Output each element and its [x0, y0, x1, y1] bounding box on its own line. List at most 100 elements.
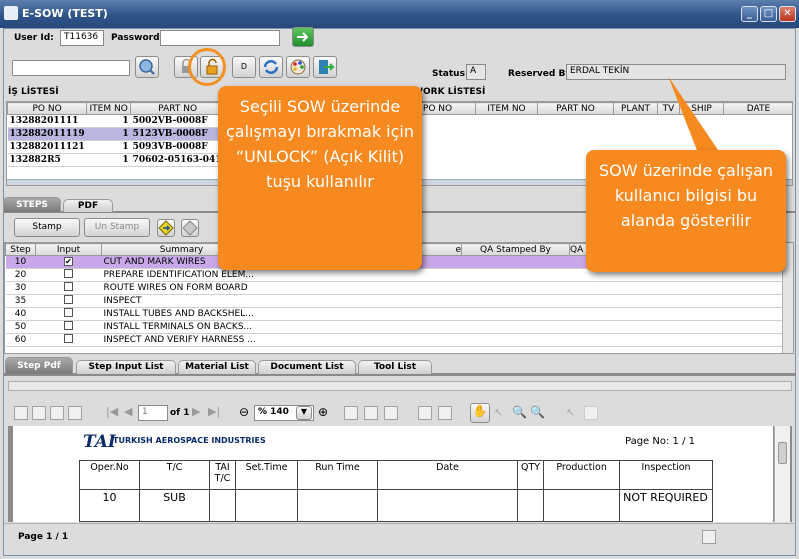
rw-col-date[interactable]: DATE: [723, 102, 792, 115]
reserved-by-label: Reserved By:: [508, 69, 575, 79]
unstamp-button[interactable]: Un Stamp: [84, 218, 150, 237]
tab-pdf[interactable]: PDF: [63, 199, 113, 212]
col-po-no[interactable]: PO NO: [7, 102, 88, 115]
page-number-input[interactable]: 1: [138, 405, 168, 421]
col-step[interactable]: Step: [5, 243, 36, 256]
col-oper-no: Oper.No: [79, 460, 140, 490]
document-icon[interactable]: [584, 406, 598, 420]
search-button[interactable]: [135, 56, 159, 78]
maximize-button[interactable]: □: [760, 6, 777, 22]
rotate-right-icon[interactable]: [438, 406, 452, 420]
input-checkbox[interactable]: [64, 321, 73, 330]
col-inspection: Inspection: [619, 460, 713, 490]
oper-no-value: 10: [79, 489, 140, 522]
input-checkbox[interactable]: [64, 282, 73, 291]
tab-tool-list[interactable]: Tool List: [358, 360, 432, 374]
prev-page-icon[interactable]: ◀: [124, 405, 132, 418]
unlock-callout: Seçili SOW üzerinde çalışmayı bırakmak i…: [218, 86, 422, 270]
d-button[interactable]: D: [232, 56, 256, 78]
step-summary: INSPECT: [101, 294, 262, 308]
magnify-plus-icon[interactable]: 🔍: [512, 405, 527, 419]
step-number: 50: [5, 320, 36, 334]
user-id-field[interactable]: T11636: [60, 30, 104, 46]
step-number: 60: [5, 333, 36, 347]
select-tool-icon[interactable]: ↖: [494, 406, 503, 419]
col-tc: T/C: [139, 460, 210, 490]
fit-page-icon[interactable]: [344, 406, 358, 420]
continuous-facing-icon[interactable]: [764, 530, 778, 544]
tab-step-input-list[interactable]: Step Input List: [76, 360, 176, 374]
stamp-button[interactable]: Stamp: [14, 218, 80, 237]
zoom-out-icon[interactable]: ⊖: [239, 405, 249, 419]
exit-button[interactable]: [313, 56, 337, 78]
next-step-button[interactable]: [157, 219, 175, 237]
rw-col-item-no[interactable]: ITEM NO: [475, 102, 538, 115]
single-page-view-icon[interactable]: [702, 530, 716, 544]
input-checkbox-checked[interactable]: ✔: [64, 257, 73, 266]
step-number: 35: [5, 294, 36, 308]
pdf-vertical-scrollbar[interactable]: [774, 426, 790, 522]
status-field: A: [466, 64, 486, 80]
tab-steps[interactable]: STEPS: [3, 197, 61, 212]
input-checkbox[interactable]: [64, 295, 73, 304]
zoom-in-icon[interactable]: ⊕: [318, 405, 328, 419]
password-field[interactable]: [160, 30, 280, 46]
unlock-highlight-ring: [188, 48, 226, 86]
login-button[interactable]: [292, 27, 314, 47]
prev-step-button[interactable]: [181, 219, 199, 237]
input-checkbox[interactable]: [64, 308, 73, 317]
step-summary: INSTALL TERMINALS ON BACKS...: [101, 320, 262, 334]
palette-button[interactable]: [286, 56, 310, 78]
search-input[interactable]: [12, 60, 130, 76]
save-icon[interactable]: [14, 406, 28, 420]
magnify-minus-icon[interactable]: 🔍: [530, 405, 545, 419]
reserved-by-callout: SOW üzerinde çalışan kullanıcı bilgisi b…: [586, 150, 786, 272]
rw-col-part-no[interactable]: PART NO: [537, 102, 614, 115]
scroll-thumb[interactable]: [778, 442, 787, 464]
cell: 1: [86, 114, 131, 128]
page-no-label: Page No: 1 / 1: [625, 436, 695, 447]
chevron-down-icon[interactable]: ▼: [296, 406, 312, 420]
close-button[interactable]: ✕: [779, 6, 796, 22]
col-item-no[interactable]: ITEM NO: [86, 102, 132, 115]
tab-step-pdf[interactable]: Step Pdf: [5, 357, 73, 374]
col-production: Production: [543, 460, 621, 490]
step-summary: INSTALL TUBES AND BACKSHEL...: [101, 307, 262, 321]
minimize-button[interactable]: _: [741, 6, 758, 22]
col-part-no[interactable]: PART NO: [130, 102, 226, 115]
input-checkbox[interactable]: [64, 269, 73, 278]
step-row[interactable]: 40 INSTALL TUBES AND BACKSHEL...: [5, 307, 783, 321]
palette-icon: [290, 59, 306, 75]
col-date: Date: [377, 460, 518, 490]
print-preview-icon[interactable]: [50, 406, 64, 420]
col-qa-stamped-by[interactable]: QA Stamped By: [461, 243, 570, 256]
tab-document-list[interactable]: Document List: [258, 360, 356, 374]
panel-icon[interactable]: [68, 406, 82, 420]
col-run-time: Run Time: [297, 460, 378, 490]
step-row[interactable]: 50 INSTALL TERMINALS ON BACKS...: [5, 320, 783, 334]
company-name: TURKISH AEROSPACE INDUSTRIES: [113, 436, 266, 445]
step-row[interactable]: 35 INSPECT: [5, 294, 783, 308]
facing-view-icon[interactable]: [742, 530, 756, 544]
rotate-left-icon[interactable]: [418, 406, 432, 420]
callout-arrow: [668, 76, 718, 158]
refresh-button[interactable]: [259, 56, 283, 78]
fit-width-icon[interactable]: [364, 406, 378, 420]
step-row[interactable]: 60 INSPECT AND VERIFY HARNESS ...: [5, 333, 783, 347]
step-row[interactable]: 30 ROUTE WIRES ON FORM BOARD: [5, 281, 783, 295]
rw-col-plant[interactable]: PLANT: [613, 102, 658, 115]
step-number: 40: [5, 307, 36, 321]
actual-size-icon[interactable]: [384, 406, 398, 420]
pointer-icon[interactable]: ↖: [566, 406, 575, 419]
input-checkbox[interactable]: [64, 334, 73, 343]
col-input[interactable]: Input: [35, 243, 102, 256]
first-page-icon[interactable]: |◀: [106, 405, 118, 418]
tab-material-list[interactable]: Material List: [178, 360, 256, 374]
hand-tool-icon[interactable]: ✋: [470, 403, 490, 423]
continuous-view-icon[interactable]: [722, 530, 736, 544]
print-icon[interactable]: [32, 406, 46, 420]
window-title: E-SOW (TEST): [22, 7, 108, 20]
next-page-icon[interactable]: ▶: [192, 405, 200, 418]
inspection-value: NOT REQUIRED: [619, 489, 713, 522]
last-page-icon[interactable]: ▶|: [208, 405, 220, 418]
